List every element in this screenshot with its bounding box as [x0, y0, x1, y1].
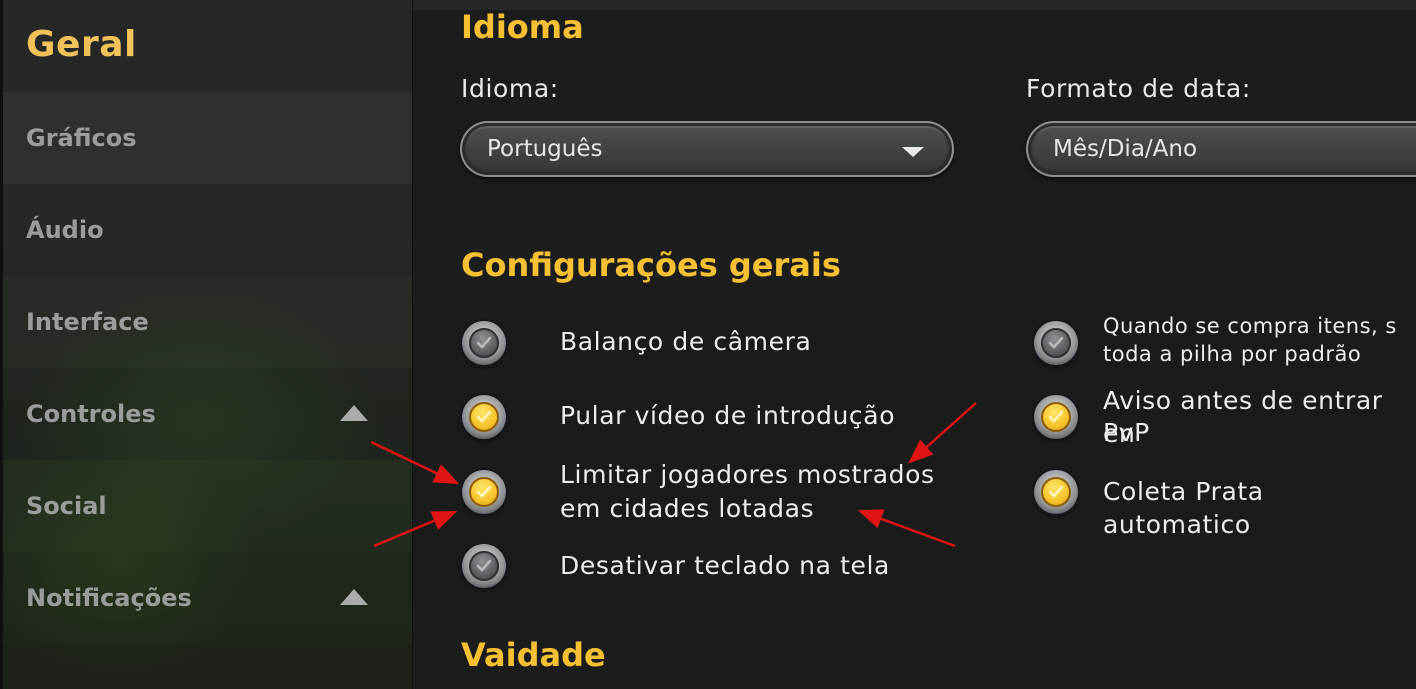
- annotation-arrow: [857, 509, 956, 548]
- annotation-arrow: [373, 510, 458, 548]
- annotation-arrow: [370, 440, 460, 485]
- annotation-arrow: [908, 402, 977, 464]
- annotation-arrows: [370, 402, 977, 548]
